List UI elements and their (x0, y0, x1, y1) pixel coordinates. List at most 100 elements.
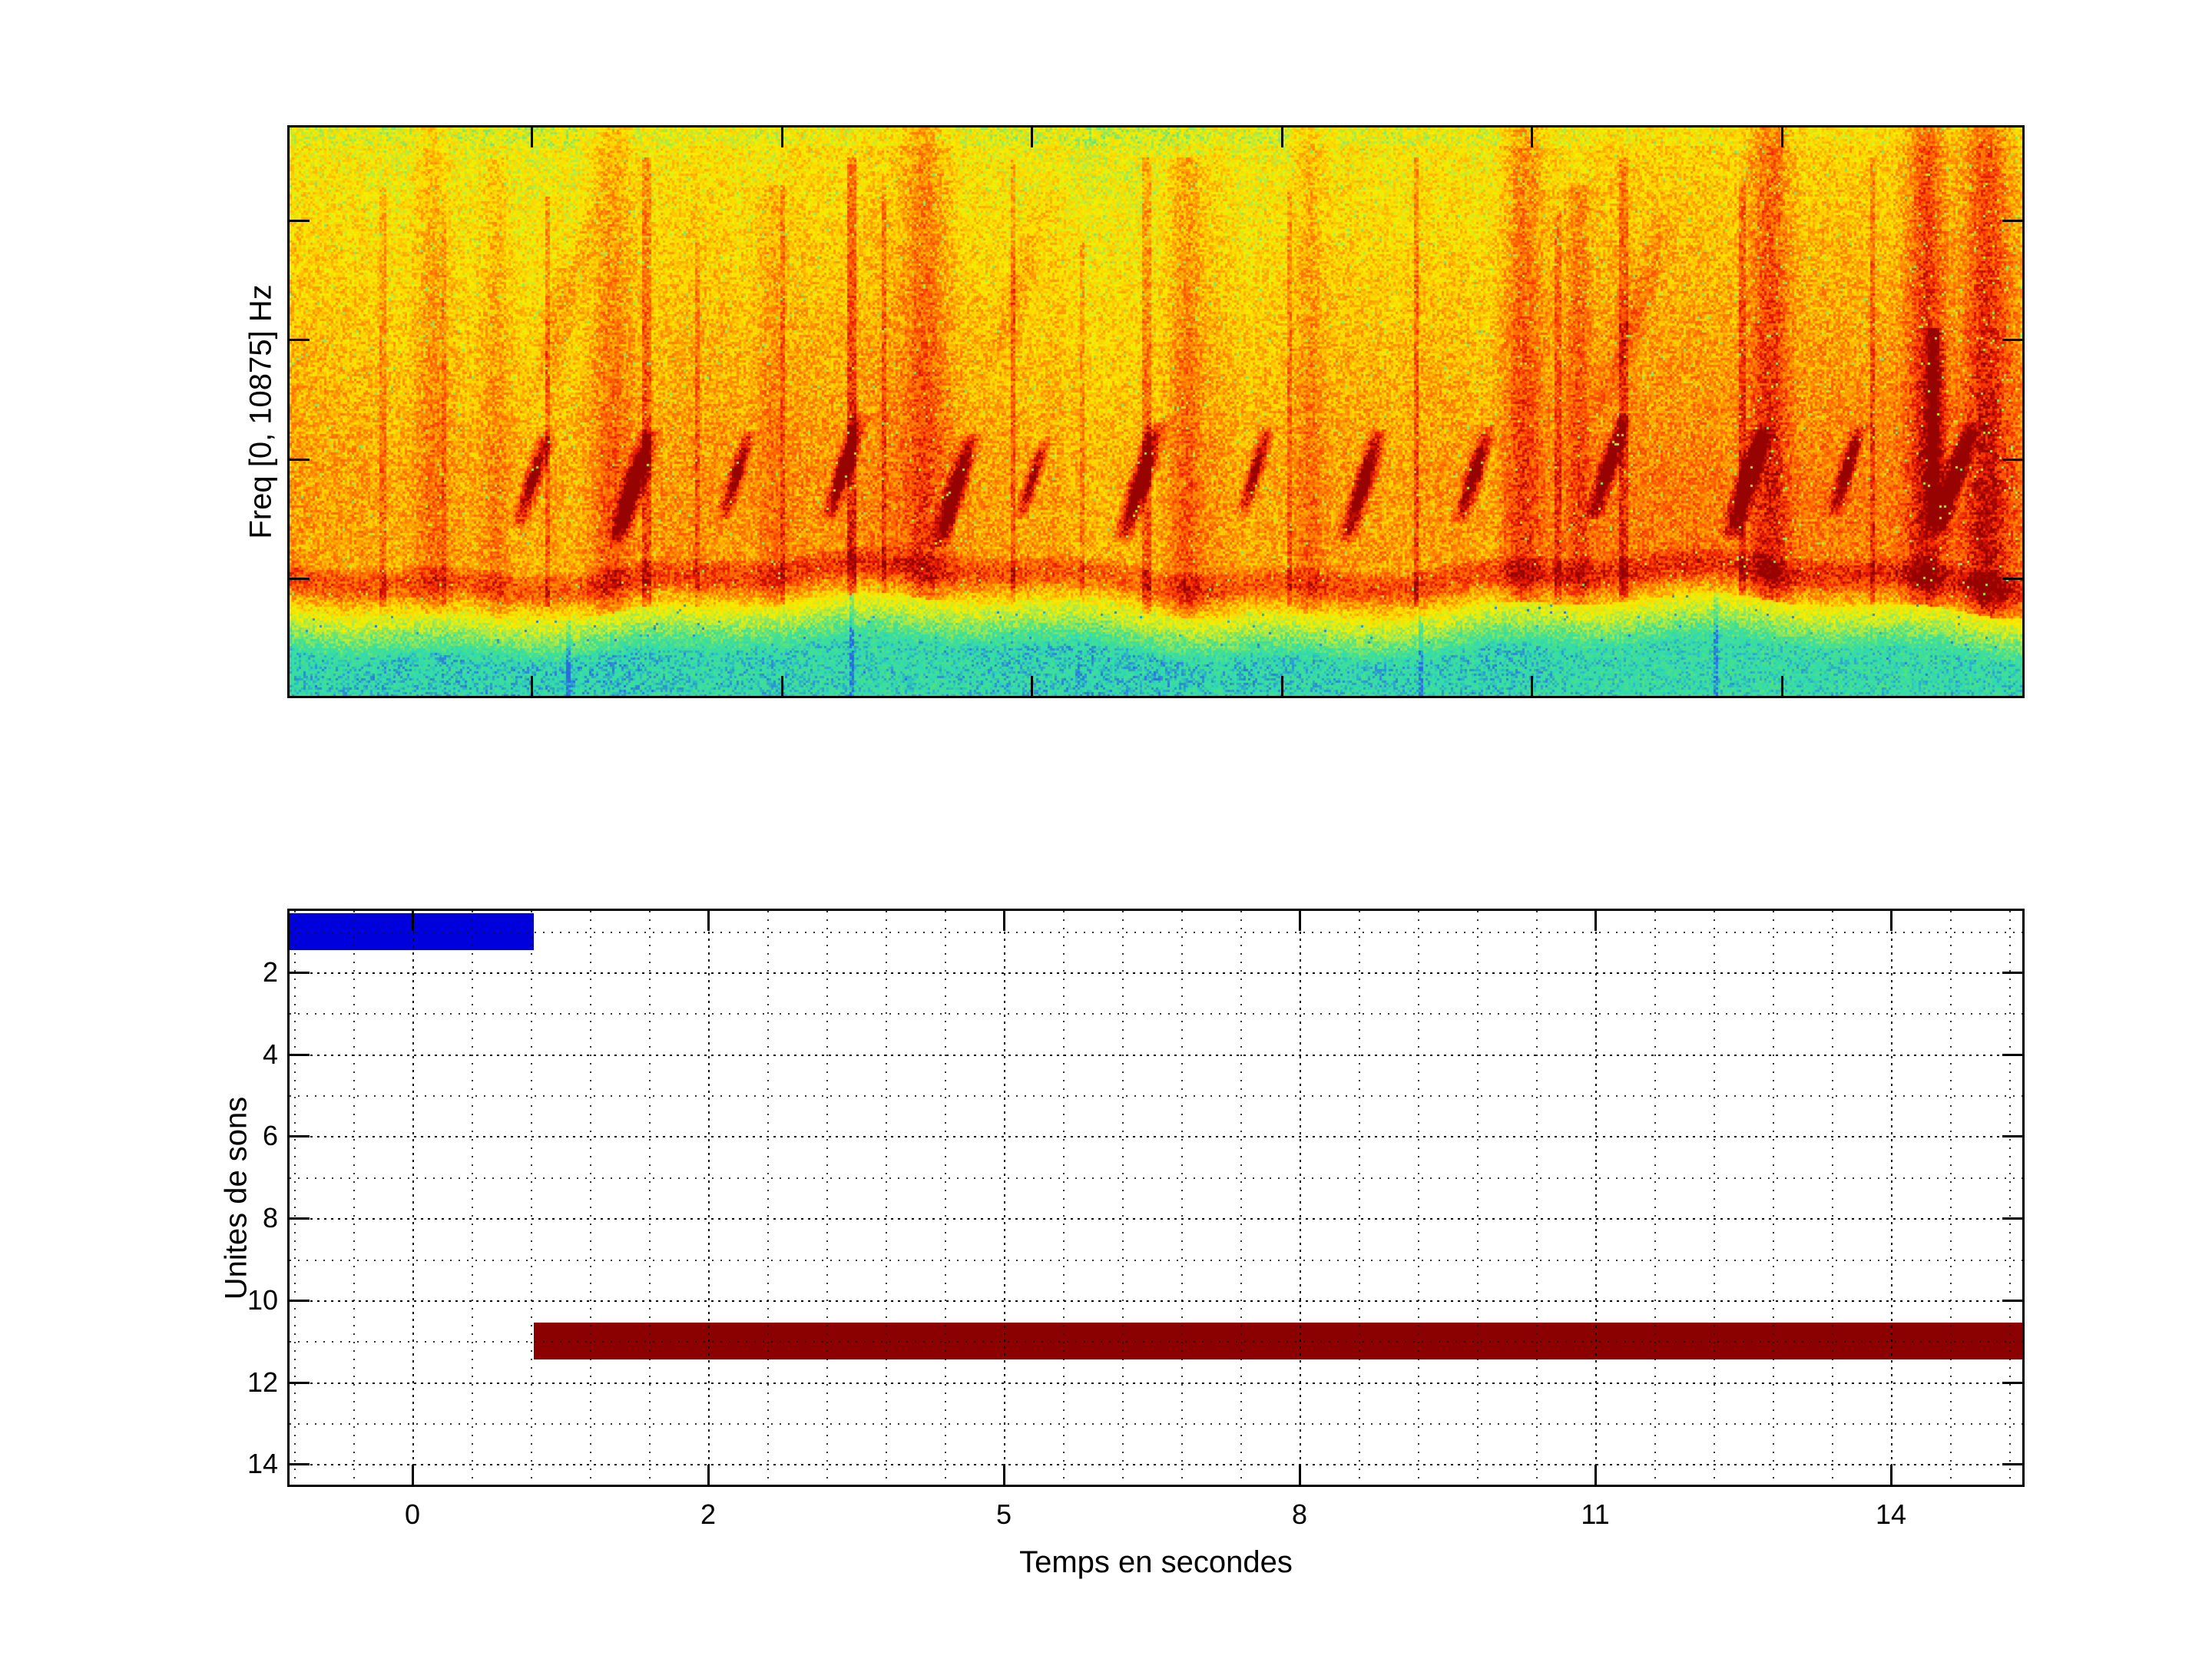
spectrogram-x-tick-mirror (1531, 676, 1533, 696)
spectrogram-y-tick-mirror (2002, 578, 2022, 580)
spectrogram-y-tick-mirror (2002, 220, 2022, 222)
grid-line-vertical (1477, 911, 1479, 1485)
grid-line-vertical (1950, 911, 1952, 1485)
spectrogram-x-tick (1531, 127, 1533, 147)
grid-line-vertical (472, 911, 473, 1485)
y-axis-tick (290, 1135, 310, 1137)
spectrogram-x-tick-mirror (1281, 676, 1283, 696)
y-axis-tick (290, 1054, 310, 1056)
grid-line-horizontal (290, 1136, 2022, 1137)
spectrogram-x-tick (781, 127, 783, 147)
x-tick-label: 14 (1876, 1499, 1906, 1530)
grid-line-vertical (708, 911, 710, 1485)
x-axis-tick (707, 1465, 710, 1485)
x-tick-label: 0 (405, 1499, 420, 1530)
spectrogram-y-tick (290, 339, 310, 341)
y-axis-tick-mirror (2002, 1217, 2022, 1220)
grid-line-vertical (1418, 911, 1419, 1485)
grid-line-horizontal (290, 932, 2022, 933)
grid-line-vertical (531, 911, 532, 1485)
y-axis-tick (290, 1217, 310, 1220)
grid-line-vertical (353, 911, 355, 1485)
grid-line-vertical (1773, 911, 1774, 1485)
spectrogram-x-tick-mirror (1031, 676, 1033, 696)
x-axis-tick-mirror (1003, 911, 1005, 931)
x-tick-label: 2 (700, 1499, 716, 1530)
grid-line-vertical (1122, 911, 1124, 1485)
spectrogram-axes (287, 125, 2025, 698)
grid-line-vertical (886, 911, 887, 1485)
spectrogram-x-tick-mirror (781, 676, 783, 696)
x-tick-label: 5 (996, 1499, 1012, 1530)
grid-line-horizontal (290, 1218, 2022, 1220)
grid-line-vertical (826, 911, 828, 1485)
time-xlabel: Temps en secondes (1019, 1545, 1293, 1580)
y-axis-tick-mirror (2002, 1382, 2022, 1384)
grid-line-horizontal (290, 1341, 2022, 1343)
grid-line-vertical (590, 911, 591, 1485)
grid-line-horizontal (290, 1055, 2022, 1056)
x-axis-tick-mirror (1299, 911, 1301, 931)
spectrogram-x-tick (1781, 127, 1783, 147)
x-axis-tick (1594, 1465, 1597, 1485)
x-axis-tick (1003, 1465, 1005, 1485)
x-axis-tick (412, 1465, 414, 1485)
grid-line-vertical (1063, 911, 1065, 1485)
grid-line-horizontal (290, 1300, 2022, 1302)
grid-line-vertical (2009, 911, 2011, 1485)
y-axis-tick-mirror (2002, 1463, 2022, 1465)
y-axis-tick-mirror (2002, 1054, 2022, 1056)
grid-line-horizontal (290, 1095, 2022, 1097)
sound-units-axes (287, 909, 2025, 1487)
sound-units-ylabel: Unites de sons (220, 1097, 254, 1300)
grid-line-vertical (1181, 911, 1183, 1485)
spectrogram-y-tick (290, 220, 310, 222)
grid-line-horizontal (290, 1423, 2022, 1425)
grid-line-vertical (1300, 911, 1301, 1485)
grid-line-vertical (1654, 911, 1656, 1485)
spectrogram-y-tick-mirror (2002, 339, 2022, 341)
grid-line-vertical (1536, 911, 1538, 1485)
x-axis-tick (1890, 1465, 1892, 1485)
spectrogram-y-tick (290, 459, 310, 461)
y-axis-tick-mirror (2002, 1300, 2022, 1302)
matlab-figure: Freq [0, 10875] Hz Unites de sons Temps … (0, 0, 2212, 1659)
spectrogram-x-tick (1031, 127, 1033, 147)
y-axis-tick (290, 1463, 310, 1465)
grid-line-vertical (1832, 911, 1833, 1485)
x-axis-tick (1299, 1465, 1301, 1485)
grid-line-vertical (1240, 911, 1242, 1485)
x-axis-tick-mirror (1594, 911, 1597, 931)
spectrogram-image (290, 127, 2022, 696)
spectrogram-ylabel: Freq [0, 10875] Hz (244, 284, 279, 538)
grid-line-horizontal (290, 1177, 2022, 1179)
x-axis-tick-mirror (707, 911, 710, 931)
grid-line-horizontal (290, 1382, 2022, 1384)
x-tick-label: 8 (1292, 1499, 1307, 1530)
spectrogram-y-tick (290, 578, 310, 580)
grid-line-vertical (1595, 911, 1597, 1485)
grid-line-horizontal (290, 1464, 2022, 1465)
y-axis-tick (290, 972, 310, 974)
y-tick-label: 8 (263, 1203, 278, 1233)
y-axis-tick (290, 1382, 310, 1384)
x-axis-tick-mirror (412, 911, 414, 931)
y-tick-label: 6 (263, 1121, 278, 1151)
y-tick-label: 14 (247, 1449, 278, 1479)
grid-line-horizontal (290, 972, 2022, 974)
y-tick-label: 12 (247, 1367, 278, 1398)
grid-line-vertical (294, 911, 296, 1485)
grid-line-vertical (1004, 911, 1005, 1485)
y-tick-label: 4 (263, 1039, 278, 1070)
grid-line-vertical (1359, 911, 1360, 1485)
y-axis-tick-mirror (2002, 1135, 2022, 1137)
spectrogram-x-tick (531, 127, 533, 147)
y-axis-tick (290, 1300, 310, 1302)
grid-line-vertical (649, 911, 651, 1485)
y-axis-tick-mirror (2002, 972, 2022, 974)
x-axis-tick-mirror (1890, 911, 1892, 931)
spectrogram-y-tick-mirror (2002, 459, 2022, 461)
spectrogram-x-tick (1281, 127, 1283, 147)
grid-line-vertical (945, 911, 946, 1485)
spectrogram-x-tick-mirror (1781, 676, 1783, 696)
